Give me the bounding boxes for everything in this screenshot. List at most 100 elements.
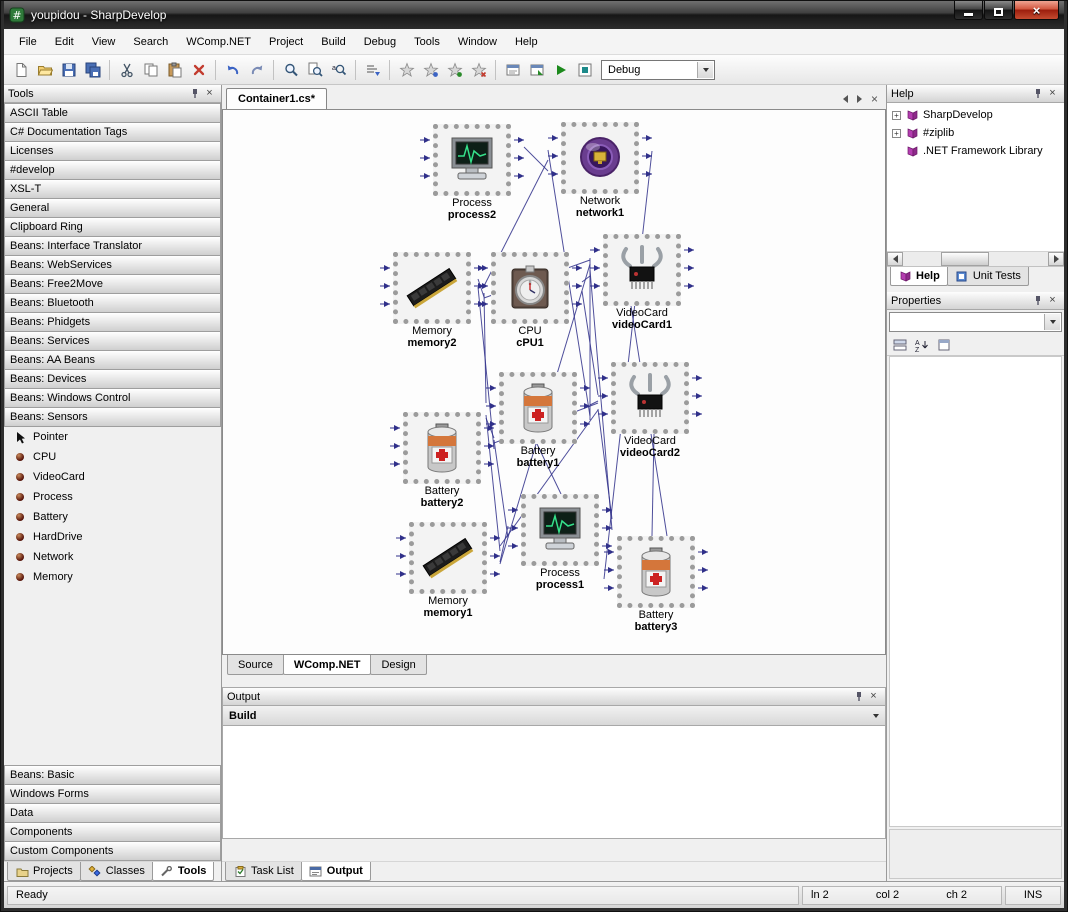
cut-button[interactable] (115, 58, 138, 81)
toolbox-item-process[interactable]: Process (4, 487, 221, 507)
dock-tab-help[interactable]: Help (890, 267, 948, 286)
canvas-component-videoCard1[interactable]: VideoCardvideoCard1 (603, 234, 681, 331)
tool-category-windows-forms[interactable]: Windows Forms (4, 784, 221, 804)
tool-category-c-documentation-tags[interactable]: C# Documentation Tags (4, 122, 221, 142)
paste-button[interactable] (163, 58, 186, 81)
scroll-right-icon[interactable] (1048, 252, 1064, 266)
canvas-component-process1[interactable]: Processprocess1 (521, 494, 599, 591)
canvas-component-process2[interactable]: Processprocess2 (433, 124, 511, 221)
close-icon[interactable]: × (1045, 294, 1060, 308)
tool-category-beans-basic[interactable]: Beans: Basic (4, 765, 221, 785)
tab-scroll-left-icon[interactable] (843, 95, 848, 103)
help-horizontal-scrollbar[interactable] (887, 251, 1064, 266)
build-solution-button[interactable] (501, 58, 524, 81)
tool-category-beans-phidgets[interactable]: Beans: Phidgets (4, 312, 221, 332)
menu-view[interactable]: View (83, 31, 125, 53)
tool-category-beans-sensors[interactable]: Beans: Sensors (4, 407, 221, 427)
menu-file[interactable]: File (10, 31, 46, 53)
run-process-button[interactable] (573, 58, 596, 81)
horizontal-splitter[interactable] (222, 677, 886, 687)
scrollbar-track[interactable] (903, 252, 1048, 266)
menu-wcomp-net[interactable]: WComp.NET (177, 31, 260, 53)
menu-project[interactable]: Project (260, 31, 312, 53)
debug-configuration-combo[interactable]: Debug (601, 60, 715, 80)
save-all-button[interactable] (81, 58, 104, 81)
tab-close-icon[interactable]: × (871, 92, 878, 106)
new-file-button[interactable] (9, 58, 32, 81)
bookmark-toggle-button[interactable] (395, 58, 418, 81)
alphabetical-button[interactable]: AZ (912, 336, 931, 354)
toolbox-item-cpu[interactable]: CPU (4, 447, 221, 467)
build-project-button[interactable] (525, 58, 548, 81)
tool-category-ascii-table[interactable]: ASCII Table (4, 103, 221, 123)
output-text-area[interactable] (223, 726, 885, 838)
find-in-files-button[interactable] (303, 58, 326, 81)
redo-button[interactable] (245, 58, 268, 81)
tab-scroll-right-icon[interactable] (857, 95, 862, 103)
categorized-button[interactable] (890, 336, 909, 354)
pin-icon[interactable] (1030, 87, 1045, 101)
tool-category-xsl-t[interactable]: XSL-T (4, 179, 221, 199)
tool-category-custom-components[interactable]: Custom Components (4, 841, 221, 861)
bookmark-prev-button[interactable] (419, 58, 442, 81)
toolbox-item-pointer[interactable]: Pointer (4, 427, 221, 447)
dock-tab-unit-tests[interactable]: Unit Tests (947, 267, 1029, 286)
view-tab-wcomp-net[interactable]: WComp.NET (283, 655, 372, 675)
tool-category-general[interactable]: General (4, 198, 221, 218)
dock-tab-tools[interactable]: Tools (152, 862, 215, 881)
toolbox-item-memory[interactable]: Memory (4, 567, 221, 587)
tool-category-beans-bluetooth[interactable]: Beans: Bluetooth (4, 293, 221, 313)
design-canvas[interactable]: Processprocess2Networknetwork1Memorymemo… (222, 109, 886, 655)
find-button[interactable] (279, 58, 302, 81)
tool-category-beans-services[interactable]: Beans: Services (4, 331, 221, 351)
tool-category-beans-aa-beans[interactable]: Beans: AA Beans (4, 350, 221, 370)
properties-grid[interactable] (889, 356, 1062, 827)
undo-button[interactable] (221, 58, 244, 81)
menu-search[interactable]: Search (124, 31, 177, 53)
close-button[interactable]: × (1014, 1, 1059, 20)
canvas-component-battery2[interactable]: Batterybattery2 (403, 412, 481, 509)
tool-category-beans-webservices[interactable]: Beans: WebServices (4, 255, 221, 275)
title-bar[interactable]: # youpidou - SharpDevelop × (4, 1, 1064, 29)
help-tree-node-net-framework-library[interactable]: .NET Framework Library (887, 142, 1064, 160)
bookmark-clear-button[interactable] (467, 58, 490, 81)
dock-tab-output[interactable]: Output (301, 862, 371, 881)
dock-tab-projects[interactable]: Projects (7, 862, 81, 881)
tool-category-components[interactable]: Components (4, 822, 221, 842)
help-tree-node-sharpdevelop[interactable]: +SharpDevelop (887, 106, 1064, 124)
save-button[interactable] (57, 58, 80, 81)
scrollbar-thumb[interactable] (941, 252, 989, 266)
copy-button[interactable] (139, 58, 162, 81)
tool-category-beans-windows-control[interactable]: Beans: Windows Control (4, 388, 221, 408)
tool-category-data[interactable]: Data (4, 803, 221, 823)
close-icon[interactable]: × (202, 87, 217, 101)
run-button[interactable] (549, 58, 572, 81)
close-icon[interactable]: × (866, 690, 881, 704)
pin-icon[interactable] (187, 87, 202, 101)
toolbox-item-battery[interactable]: Battery (4, 507, 221, 527)
output-category-combo[interactable]: Build (223, 706, 885, 726)
tool-category-licenses[interactable]: Licenses (4, 141, 221, 161)
tool-category-beans-devices[interactable]: Beans: Devices (4, 369, 221, 389)
canvas-component-battery1[interactable]: Batterybattery1 (499, 372, 577, 469)
canvas-component-network1[interactable]: Networknetwork1 (561, 122, 639, 219)
delete-button[interactable] (187, 58, 210, 81)
tab-container1[interactable]: Container1.cs* (226, 88, 327, 109)
dock-tab-classes[interactable]: Classes (80, 862, 153, 881)
canvas-component-cPU1[interactable]: IICPUcPU1 (491, 252, 569, 349)
menu-build[interactable]: Build (312, 31, 354, 53)
open-file-button[interactable] (33, 58, 56, 81)
pin-icon[interactable] (1030, 294, 1045, 308)
bookmark-next-button[interactable] (443, 58, 466, 81)
canvas-component-battery3[interactable]: Batterybattery3 (617, 536, 695, 633)
expand-icon[interactable]: + (892, 129, 901, 138)
toolbox-item-harddrive[interactable]: HardDrive (4, 527, 221, 547)
tool-category-beans-free2move[interactable]: Beans: Free2Move (4, 274, 221, 294)
menu-tools[interactable]: Tools (405, 31, 449, 53)
tool-category-develop[interactable]: #develop (4, 160, 221, 180)
expand-icon[interactable] (892, 147, 901, 156)
toolbox-item-videocard[interactable]: VideoCard (4, 467, 221, 487)
expand-icon[interactable]: + (892, 111, 901, 120)
properties-object-combo[interactable] (889, 312, 1062, 332)
dock-tab-task-list[interactable]: Task List (225, 862, 302, 881)
